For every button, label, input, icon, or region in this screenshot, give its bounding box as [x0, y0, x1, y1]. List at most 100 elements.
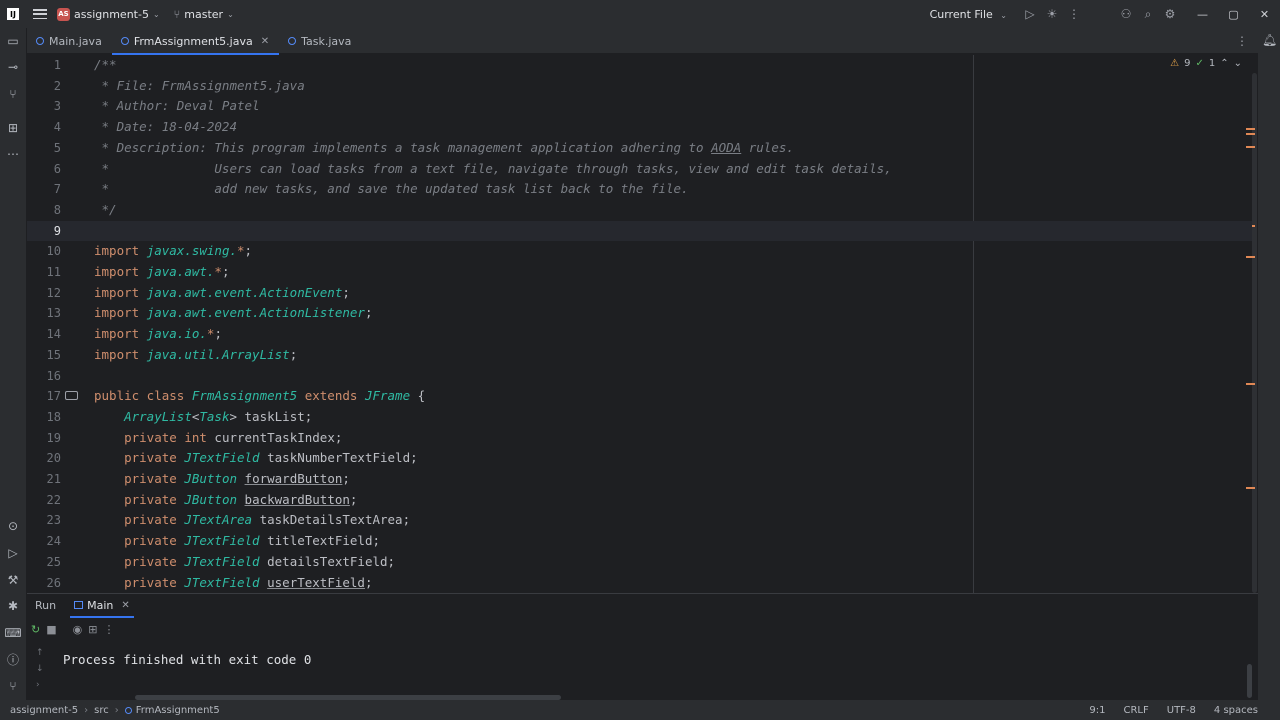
code-line-current[interactable]: 9: [27, 220, 1252, 242]
breadcrumb-class[interactable]: FrmAssignment5: [136, 705, 220, 716]
indent-setting[interactable]: 4 spaces: [1214, 705, 1258, 716]
code-line[interactable]: 24 private JTextField titleTextField;: [27, 531, 1252, 552]
build-hammer-icon[interactable]: ⚒: [4, 571, 22, 589]
code-line[interactable]: 25 private JTextField detailsTextField;: [27, 552, 1252, 573]
code-line[interactable]: 2 * File: FrmAssignment5.java: [27, 76, 1252, 97]
branch-selector[interactable]: ⑂ master ⌄: [174, 8, 234, 21]
line-separator[interactable]: CRLF: [1123, 705, 1148, 716]
line-number: 1: [53, 58, 61, 72]
tab-task-java[interactable]: Task.java: [279, 28, 361, 54]
code-line[interactable]: 16: [27, 366, 1252, 387]
code-line[interactable]: 11 import java.awt.*;: [27, 262, 1252, 283]
fold-class-icon[interactable]: [65, 391, 78, 400]
code-line[interactable]: 10 import javax.swing.*;: [27, 241, 1252, 262]
code-line[interactable]: 22 private JButton backwardButton;: [27, 490, 1252, 511]
stop-icon[interactable]: ■: [46, 623, 56, 636]
caret-position[interactable]: 9:1: [1089, 705, 1105, 716]
code-line[interactable]: 7 * add new tasks, and save the updated …: [27, 179, 1252, 200]
code-line[interactable]: 1/**: [27, 55, 1252, 76]
code-line[interactable]: 8 */: [27, 200, 1252, 221]
settings-gear-icon[interactable]: ⚙: [1159, 3, 1181, 25]
tabs-more-icon[interactable]: ⋮: [1236, 34, 1248, 48]
branch-icon: ⑂: [173, 7, 181, 21]
code-line[interactable]: 21 private JButton forwardButton;: [27, 469, 1252, 490]
breadcrumb-project[interactable]: assignment-5: [10, 705, 78, 716]
scroll-up-icon[interactable]: ↑: [36, 648, 44, 658]
tab-main-java[interactable]: Main.java: [27, 28, 112, 54]
more-actions-icon[interactable]: ⋮: [1063, 3, 1085, 25]
run-configuration-selector[interactable]: Current File ⌄: [930, 8, 1007, 21]
tab-run-main[interactable]: Main ✕: [70, 594, 134, 618]
line-number: 3: [53, 99, 61, 114]
line-number: 13: [46, 306, 61, 321]
debug-bug-icon[interactable]: ✱: [4, 597, 22, 615]
maximize-button[interactable]: ▢: [1218, 0, 1249, 28]
chevron-right-icon: ›: [114, 704, 119, 716]
git-icon[interactable]: ⑂: [4, 677, 22, 695]
line-number: 20: [46, 451, 61, 466]
code-line[interactable]: 18 ArrayList<Task> taskList;: [27, 407, 1252, 428]
rerun-icon[interactable]: ↻: [31, 623, 40, 636]
add-user-icon[interactable]: ⚇: [1115, 3, 1137, 25]
code-editor[interactable]: ⚠ 9 ✓ 1 ⌃ ⌄ 1/** 2 * File: FrmAssignment…: [27, 55, 1258, 593]
run-tool-window: Run Main ✕ ↻ ■ ◉ ⊞ ⋮ ↑ ↓ › Process finis…: [27, 593, 1258, 700]
line-number: 2: [53, 78, 61, 93]
code-line[interactable]: 26 private JTextField userTextField;: [27, 573, 1252, 594]
pull-requests-icon[interactable]: ⑂: [4, 85, 22, 103]
breadcrumb-src[interactable]: src: [94, 705, 109, 716]
search-icon[interactable]: ⌕: [1137, 3, 1159, 25]
line-number: 18: [46, 409, 61, 424]
run-panel-title: Run: [35, 598, 57, 612]
console-vertical-scrollbar[interactable]: [1247, 664, 1252, 698]
editor-scrollbar[interactable]: [1252, 73, 1257, 593]
code-line[interactable]: 23 private JTextArea taskDetailsTextArea…: [27, 510, 1252, 531]
more-options-icon[interactable]: ⋮: [103, 623, 114, 636]
file-encoding[interactable]: UTF-8: [1167, 705, 1196, 716]
code-line[interactable]: 4 * Date: 18-04-2024: [27, 117, 1252, 138]
project-selector[interactable]: AS assignment-5 ⌄: [57, 7, 160, 21]
line-number: 9: [53, 223, 61, 238]
right-tool-bar: 🔔︎: [1258, 28, 1280, 700]
run-icon[interactable]: ▷: [1019, 3, 1041, 25]
debug-icon[interactable]: ☀: [1041, 3, 1063, 25]
code-line[interactable]: 13 import java.awt.event.ActionListener;: [27, 303, 1252, 324]
line-number: 15: [46, 347, 61, 362]
code-line[interactable]: 14 import java.io.*;: [27, 324, 1252, 345]
code-line[interactable]: 20 private JTextField taskNumberTextFiel…: [27, 448, 1252, 469]
console-output: Process finished with exit code 0: [63, 652, 312, 667]
close-tab-icon[interactable]: ✕: [261, 36, 269, 47]
chevron-down-icon: ⌄: [152, 9, 160, 19]
services-icon[interactable]: ⊙: [4, 517, 22, 535]
chevron-down-icon: ⌄: [227, 9, 234, 19]
java-class-icon: [124, 706, 132, 714]
minimize-button[interactable]: —: [1187, 0, 1218, 28]
project-folder-icon[interactable]: ▭: [4, 32, 22, 50]
line-number: 12: [46, 285, 61, 300]
more-tools-icon[interactable]: ⋯: [4, 145, 22, 163]
close-tab-icon[interactable]: ✕: [121, 600, 129, 611]
commit-icon[interactable]: ⊸: [4, 58, 22, 76]
scroll-down-icon[interactable]: ↓: [36, 664, 44, 674]
main-menu-icon[interactable]: [33, 9, 47, 19]
status-bar: assignment-5 › src › FrmAssignment5 9:1 …: [0, 700, 1280, 720]
code-line[interactable]: 19 private int currentTaskIndex;: [27, 428, 1252, 449]
line-number: 7: [53, 182, 61, 197]
code-line[interactable]: 3 * Author: Deval Patel: [27, 96, 1252, 117]
close-window-button[interactable]: ✕: [1249, 0, 1280, 28]
screenshot-icon[interactable]: ◉: [73, 623, 83, 636]
problems-icon[interactable]: ⓘ: [4, 650, 22, 668]
code-line[interactable]: 5 * Description: This program implements…: [27, 138, 1252, 159]
line-number: 25: [46, 554, 61, 569]
restore-layout-icon[interactable]: ⊞: [88, 623, 97, 636]
intellij-logo-icon: IJ: [7, 8, 19, 20]
terminal-icon[interactable]: ⌨: [4, 624, 22, 642]
code-line[interactable]: 12 import java.awt.event.ActionEvent;: [27, 283, 1252, 304]
notifications-bell-icon[interactable]: 🔔︎: [1262, 33, 1277, 47]
code-line[interactable]: 6 * Users can load tasks from a text fil…: [27, 159, 1252, 180]
code-line[interactable]: 17 public class FrmAssignment5 extends JF…: [27, 386, 1252, 407]
code-line[interactable]: 15 import java.util.ArrayList;: [27, 345, 1252, 366]
run-tab-label: Main: [87, 598, 114, 612]
run-tool-icon[interactable]: ▷: [4, 544, 22, 562]
tab-frmassignment5-java[interactable]: FrmAssignment5.java ✕: [111, 28, 280, 55]
structure-icon[interactable]: ⊞: [4, 119, 22, 137]
